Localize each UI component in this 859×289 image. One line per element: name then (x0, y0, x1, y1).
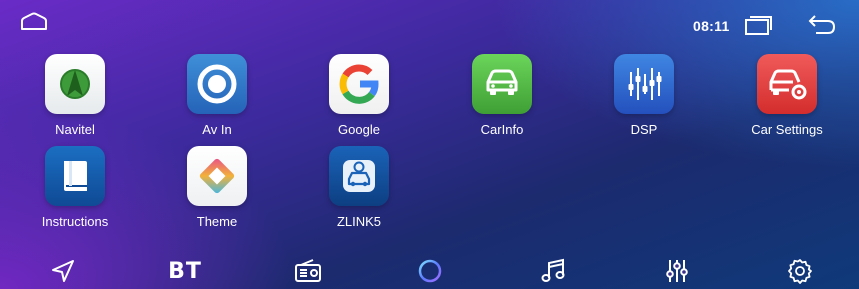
app-label: DSP (630, 122, 658, 137)
app-google[interactable]: Google (303, 54, 415, 144)
theme-icon (187, 146, 247, 206)
assistant-icon (418, 259, 442, 283)
app-label: Av In (202, 122, 232, 137)
home-icon (21, 12, 47, 30)
radio-icon (295, 259, 321, 282)
dock-settings-button[interactable] (780, 256, 820, 286)
app-label: Theme (196, 214, 238, 229)
app-zlink5[interactable]: ZLINK5 (303, 146, 415, 236)
instructions-icon (45, 146, 105, 206)
clock: 08:11 (693, 18, 730, 34)
settings-icon (788, 259, 812, 284)
app-car-settings[interactable]: Car Settings (731, 54, 843, 144)
app-label: ZLINK5 (336, 214, 382, 229)
av-in-icon (187, 54, 247, 114)
car-settings-icon (757, 54, 817, 114)
dock-assistant-button[interactable] (410, 256, 450, 286)
app-label: Navitel (55, 122, 95, 137)
recent-apps-icon (745, 16, 772, 35)
app-carinfo[interactable]: CarInfo (446, 54, 558, 144)
dock-radio-button[interactable] (288, 256, 328, 286)
dsp-icon (614, 54, 674, 114)
navigation-icon (52, 260, 74, 282)
recent-apps-button[interactable] (744, 14, 772, 36)
dock-bluetooth-button[interactable]: BT (162, 256, 208, 286)
home-button[interactable] (20, 12, 48, 32)
app-label: Car Settings (751, 122, 823, 137)
back-button[interactable] (806, 14, 838, 36)
navitel-icon (45, 54, 105, 114)
app-av-in[interactable]: Av In (161, 54, 273, 144)
app-dsp[interactable]: DSP (588, 54, 700, 144)
dock-navigation-button[interactable] (43, 256, 83, 286)
dock-equalizer-button[interactable] (657, 256, 697, 286)
app-theme[interactable]: Theme (161, 146, 273, 236)
dock-music-button[interactable] (534, 256, 574, 286)
zlink-icon (329, 146, 389, 206)
music-icon (541, 258, 565, 282)
back-icon (808, 15, 836, 34)
app-navitel[interactable]: Navitel (19, 54, 131, 144)
app-instructions[interactable]: Instructions (19, 146, 131, 236)
app-label: Google (338, 122, 380, 137)
equalizer-icon (666, 260, 688, 282)
app-label: CarInfo (480, 122, 524, 137)
app-label: Instructions (41, 214, 109, 229)
car-info-icon (472, 54, 532, 114)
bluetooth-label: BT (168, 258, 202, 284)
google-icon (329, 54, 389, 114)
